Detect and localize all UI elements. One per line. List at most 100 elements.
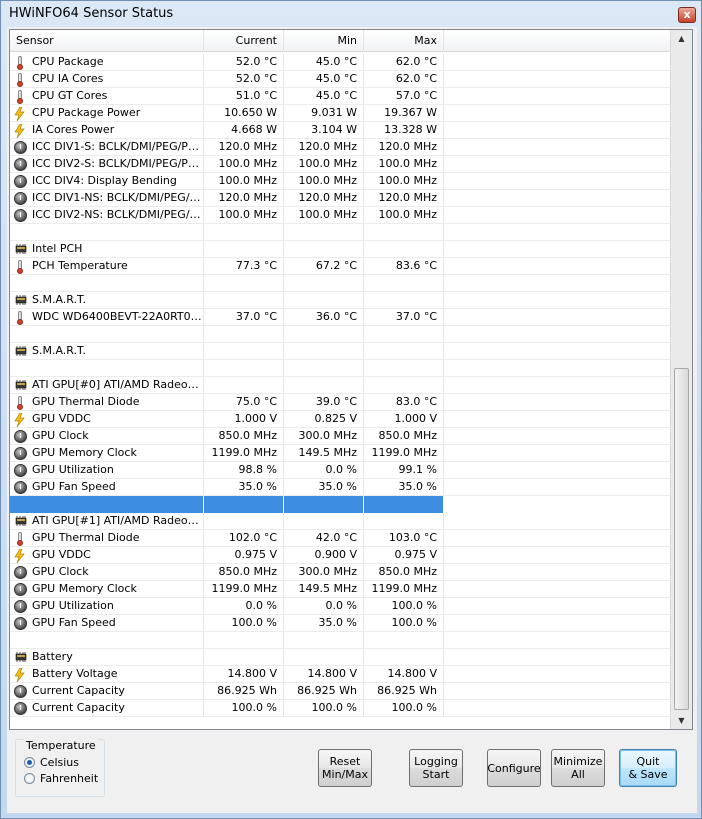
sensor-name: ICC DIV2-NS: BCLK/DMI/PEG/PC...	[32, 208, 204, 221]
sensor-row[interactable]: PCH Temperature 77.3 °C 67.2 °C 83.6 °C	[10, 258, 670, 275]
sensor-row[interactable]: GPU Fan Speed 100.0 % 35.0 % 100.0 %	[10, 615, 670, 632]
sensor-name-cell: IA Cores Power	[10, 122, 204, 139]
min-value: 0.0 %	[325, 463, 357, 476]
max-value-cell: 1199.0 MHz	[364, 445, 444, 462]
fahrenheit-radio[interactable]: Fahrenheit	[24, 771, 98, 786]
sensor-row[interactable]: CPU GT Cores 51.0 °C 45.0 °C 57.0 °C	[10, 88, 670, 105]
sensor-row[interactable]: GPU Utilization 0.0 % 0.0 % 100.0 %	[10, 598, 670, 615]
sensor-row[interactable]: GPU Clock 850.0 MHz 300.0 MHz 850.0 MHz	[10, 428, 670, 445]
sensor-name: CPU Package Power	[32, 106, 141, 119]
radio-selected-icon[interactable]	[24, 757, 35, 768]
filler-cell	[444, 207, 670, 224]
chip-icon	[14, 379, 27, 392]
current-value-cell: 100.0 %	[204, 615, 284, 632]
min-value: 0.0 %	[325, 599, 357, 612]
group-header-row[interactable]: ATI GPU[#0] ATI/AMD Radeon ...	[10, 377, 670, 394]
sensor-row[interactable]: GPU VDDC 0.975 V 0.900 V 0.975 V	[10, 547, 670, 564]
current-value: 98.8 %	[238, 463, 277, 476]
sensor-row[interactable]: IA Cores Power 4.668 W 3.104 W 13.328 W	[10, 122, 670, 139]
min-value-cell	[284, 343, 364, 360]
scroll-up-arrow-icon[interactable]: ▲	[671, 30, 692, 47]
configure-button[interactable]: Configure	[487, 749, 541, 787]
sensor-row[interactable]: GPU Memory Clock 1199.0 MHz 149.5 MHz 1199.…	[10, 581, 670, 598]
group-header-row[interactable]: Intel PCH	[10, 241, 670, 258]
sensor-row[interactable]: GPU Thermal Diode 102.0 °C 42.0 °C 103.0 °C	[10, 530, 670, 547]
sensor-name: Battery	[32, 650, 73, 663]
sensor-row[interactable]: GPU Fan Speed 35.0 % 35.0 % 35.0 %	[10, 479, 670, 496]
scroll-down-arrow-icon[interactable]: ▼	[671, 712, 692, 729]
filler-cell	[444, 71, 670, 88]
sensor-row[interactable]: CPU IA Cores 52.0 °C 45.0 °C 62.0 °C	[10, 71, 670, 88]
sensor-row[interactable]: Battery Voltage 14.800 V 14.800 V 14.800 V	[10, 666, 670, 683]
sensor-row[interactable]: ICC DIV4: Display Bending 100.0 MHz 100.0 …	[10, 173, 670, 190]
current-value: 100.0 MHz	[218, 157, 277, 170]
radio-unselected-icon[interactable]	[24, 773, 35, 784]
column-header-max[interactable]: Max	[364, 30, 444, 52]
min-value-cell: 100.0 MHz	[284, 156, 364, 173]
reset-min-max-button[interactable]: Reset Min/Max	[318, 749, 372, 787]
group-header-row[interactable]: Battery	[10, 649, 670, 666]
blank-row[interactable]	[10, 360, 670, 377]
sensor-row[interactable]: GPU Clock 850.0 MHz 300.0 MHz 850.0 MHz	[10, 564, 670, 581]
minimize-all-button[interactable]: Minimize All	[551, 749, 605, 787]
sensor-row[interactable]: WDC WD6400BEVT-22A0RT0 [... 37.0 °C 36.0 °…	[10, 309, 670, 326]
blank-row[interactable]	[10, 326, 670, 343]
sensor-row[interactable]: GPU Utilization 98.8 % 0.0 % 99.1 %	[10, 462, 670, 479]
celsius-radio[interactable]: Celsius	[24, 755, 79, 770]
scroll-thumb[interactable]	[674, 368, 689, 710]
current-value-cell: 100.0 MHz	[204, 207, 284, 224]
sensor-row[interactable]: ICC DIV2-S: BCLK/DMI/PEG/PCI... 100.0 MHz…	[10, 156, 670, 173]
max-value-cell	[364, 377, 444, 394]
column-header-sensor[interactable]: Sensor	[10, 30, 204, 52]
current-value-cell	[204, 360, 284, 377]
max-value-cell: 100.0 %	[364, 598, 444, 615]
max-value-cell	[364, 649, 444, 666]
max-value-cell	[364, 343, 444, 360]
vertical-scrollbar[interactable]: ▲ ▼	[670, 30, 692, 729]
sensor-row[interactable]: CPU Package 52.0 °C 45.0 °C 62.0 °C	[10, 54, 670, 71]
logging-start-button[interactable]: Logging Start	[409, 749, 463, 787]
quit-and-save-button[interactable]: Quit & Save	[619, 749, 677, 787]
blank-row[interactable]	[10, 224, 670, 241]
current-value: 4.668 W	[231, 123, 277, 136]
sensor-row[interactable]: GPU VDDC 1.000 V 0.825 V 1.000 V	[10, 411, 670, 428]
sensor-name-cell	[10, 632, 204, 649]
sensor-name-cell: ICC DIV2-NS: BCLK/DMI/PEG/PC...	[10, 207, 204, 224]
max-value: 1.000 V	[394, 412, 437, 425]
min-value: 0.825 V	[314, 412, 357, 425]
sensor-row[interactable]: Current Capacity 86.925 Wh 86.925 Wh 86.925…	[10, 683, 670, 700]
sensor-row[interactable]: CPU Package Power 10.650 W 9.031 W 19.367 W	[10, 105, 670, 122]
chip-icon	[14, 294, 27, 307]
sensor-name: Current Capacity	[32, 701, 125, 714]
blank-row[interactable]	[10, 275, 670, 292]
clock-icon	[14, 702, 27, 715]
group-header-row[interactable]: S.M.A.R.T.	[10, 343, 670, 360]
sensor-row[interactable]: ICC DIV1-NS: BCLK/DMI/PEG/PC... 120.0 MHz…	[10, 190, 670, 207]
sensor-row[interactable]: ICC DIV2-NS: BCLK/DMI/PEG/PC... 100.0 MHz…	[10, 207, 670, 224]
sensor-name: CPU IA Cores	[32, 72, 104, 85]
blank-row[interactable]	[10, 632, 670, 649]
title-bar[interactable]: HWiNFO64 Sensor Status x	[1, 1, 701, 27]
min-value: 3.104 W	[311, 123, 357, 136]
max-value: 13.328 W	[384, 123, 437, 136]
sensor-name-cell: ICC DIV2-S: BCLK/DMI/PEG/PCI...	[10, 156, 204, 173]
group-header-row[interactable]: ATI GPU[#1] ATI/AMD Radeon ...	[10, 513, 670, 530]
sensor-name-cell: ICC DIV4: Display Bending	[10, 173, 204, 190]
sensor-row[interactable]: GPU Thermal Diode 75.0 °C 39.0 °C 83.0 °C	[10, 394, 670, 411]
column-header-current[interactable]: Current	[204, 30, 284, 52]
sensor-name-cell: GPU VDDC	[10, 547, 204, 564]
min-value-cell: 100.0 %	[284, 700, 364, 717]
sensor-row[interactable]: GPU Memory Clock 1199.0 MHz 149.5 MHz 1199.…	[10, 445, 670, 462]
selected-row[interactable]	[10, 496, 670, 513]
sensor-row[interactable]: ICC DIV1-S: BCLK/DMI/PEG/PCI... 120.0 MHz…	[10, 139, 670, 156]
group-header-row[interactable]: S.M.A.R.T.	[10, 292, 670, 309]
current-value: 52.0 °C	[235, 55, 277, 68]
min-value-cell: 45.0 °C	[284, 88, 364, 105]
current-value: 102.0 °C	[228, 531, 277, 544]
sensor-name: CPU Package	[32, 55, 104, 68]
min-value-cell: 35.0 %	[284, 479, 364, 496]
sensor-name-cell: GPU Memory Clock	[10, 581, 204, 598]
sensor-row[interactable]: Current Capacity 100.0 % 100.0 % 100.0 %	[10, 700, 670, 717]
close-button[interactable]: x	[678, 7, 696, 23]
column-header-min[interactable]: Min	[284, 30, 364, 52]
